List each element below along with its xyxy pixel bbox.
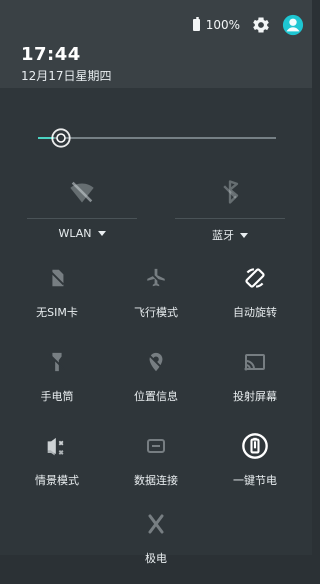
tile-label: 手电筒 [40,390,74,403]
bluetooth-label[interactable]: 蓝牙 [212,227,248,243]
tile-label: 自动旋转 [233,306,277,319]
tile-data-connection[interactable]: 数据连接 [107,430,205,506]
tile-cast-screen[interactable]: 投射屏幕 [206,346,304,422]
quick-settings-panel: WLAN 蓝牙 无SIM卡 飞行模式 自动旋转 手电筒 位置信息 投射屏幕 情景… [8,96,304,565]
header: 100% 17:44 12月17日星期四 [0,0,312,88]
tile-label: 位置信息 [134,390,178,403]
date: 12月17日星期四 [21,69,112,83]
notification-shade: 100% 17:44 12月17日星期四 WLAN 蓝牙 无SIM卡 飞行模式 … [0,0,312,565]
time: 17:44 [21,44,81,65]
gear-icon[interactable] [250,14,272,36]
wifi-off-icon [66,176,98,208]
cast-icon [239,346,271,378]
flashlight-icon [41,346,73,378]
sim-icon [41,262,73,294]
battery-saver-icon [239,430,271,462]
tile-label: 一键节电 [233,474,277,487]
tile-label: 数据连接 [134,474,178,487]
brightness-track [38,137,276,139]
tile-profile-mode[interactable]: 情景模式 [8,430,106,506]
bluetooth-icon [214,176,246,208]
tile-label: 投射屏幕 [233,390,277,403]
wlan-tile[interactable]: WLAN [8,174,156,244]
tiles-grid: 无SIM卡 飞行模式 自动旋转 手电筒 位置信息 投射屏幕 情景模式 数据连接 … [8,262,304,565]
tile-label: 极电 [145,552,167,565]
brightness-slider[interactable] [8,96,304,166]
bluetooth-text: 蓝牙 [212,229,234,242]
tile-label: 无SIM卡 [36,306,78,319]
tile-no-sim[interactable]: 无SIM卡 [8,262,106,338]
chevron-down-icon [97,231,106,236]
status-row: 100% [192,14,304,36]
wlan-divider [27,218,137,219]
airplane-off-icon [140,262,172,294]
tile-location[interactable]: 位置信息 [107,346,205,422]
wlan-label[interactable]: WLAN [58,227,106,240]
tile-battery-saver[interactable]: 一键节电 [206,430,304,506]
tile-label: 情景模式 [35,474,79,487]
tile-auto-rotate[interactable]: 自动旋转 [206,262,304,338]
bluetooth-divider [175,218,285,219]
profile-icon [41,430,73,462]
battery-status: 100% [192,17,240,32]
tile-label: 飞行模式 [134,306,178,319]
tile-airplane[interactable]: 飞行模式 [107,262,205,338]
extreme-icon [140,508,172,540]
location-icon [140,346,172,378]
tile-extreme-power[interactable]: 极电 [107,508,205,584]
tile-flashlight[interactable]: 手电筒 [8,346,106,422]
bluetooth-tile[interactable]: 蓝牙 [156,174,304,244]
chevron-down-icon [240,232,248,238]
battery-icon [192,17,200,31]
wlan-text: WLAN [58,227,92,240]
rotate-icon [239,262,271,294]
user-circle-icon[interactable] [282,14,304,36]
battery-percent: 100% [205,18,240,32]
data-icon [140,430,172,462]
connectivity-row: WLAN 蓝牙 [8,174,304,244]
brightness-thumb[interactable] [50,127,72,149]
brightness-icon [51,128,71,148]
